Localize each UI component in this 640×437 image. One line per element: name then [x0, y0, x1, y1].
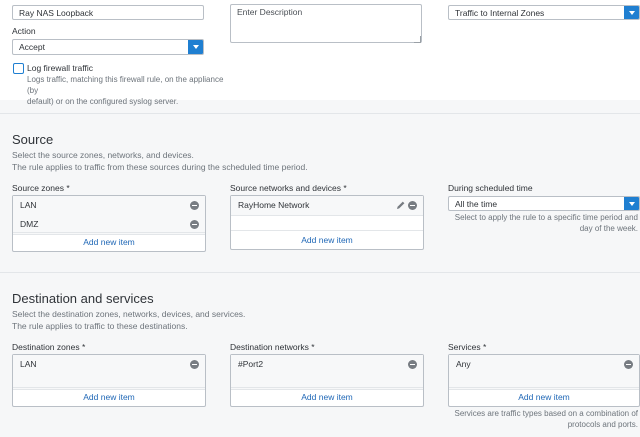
services-help-line2: protocols and ports.	[567, 420, 638, 429]
required-mark: *	[482, 342, 487, 352]
schedule-select[interactable]: All the time	[448, 196, 640, 211]
list-item: LAN	[13, 355, 205, 390]
services-list: Any Add new item	[448, 354, 640, 407]
source-zones-list: LAN DMZ Add new item	[12, 195, 206, 252]
schedule-help: Select to apply the rule to a specific t…	[448, 212, 638, 234]
remove-icon[interactable]	[408, 201, 417, 210]
divider	[0, 272, 640, 273]
list-item-label: DMZ	[20, 219, 39, 229]
divider	[0, 113, 640, 114]
chevron-down-icon	[188, 40, 203, 54]
required-mark: *	[66, 183, 70, 193]
add-new-item-link[interactable]: Add new item	[231, 230, 423, 249]
required-mark: *	[343, 183, 347, 193]
source-zones-label: Source zones *	[12, 183, 70, 193]
list-item: LAN	[13, 196, 205, 216]
services-help: Services are traffic types based on a co…	[448, 408, 638, 430]
destination-networks-label: Destination networks *	[230, 342, 315, 352]
destination-zones-label: Destination zones *	[12, 342, 85, 352]
required-mark: *	[311, 342, 315, 352]
remove-icon[interactable]	[408, 360, 417, 369]
add-new-item-link[interactable]: Add new item	[13, 387, 205, 406]
destination-zones-label-text: Destination zones	[12, 342, 80, 352]
list-item-label: #Port2	[238, 359, 264, 369]
destination-sub-line1: Select the destination zones, networks, …	[12, 309, 246, 319]
destination-sub-line2: The rule applies to traffic to these des…	[12, 321, 188, 331]
log-traffic-label: Log firewall traffic	[27, 63, 93, 73]
destination-networks-label-text: Destination networks	[230, 342, 309, 352]
destination-heading: Destination and services	[12, 291, 154, 306]
chevron-down-icon	[624, 6, 639, 19]
services-label-text: Services	[448, 342, 481, 352]
rule-name-input[interactable]: Ray NAS Loopback	[12, 5, 204, 20]
schedule-help-line2: day of the week.	[579, 224, 638, 233]
list-item-label: Any	[456, 359, 471, 369]
list-item-label: LAN	[20, 359, 37, 369]
list-item: #Port2	[231, 355, 423, 390]
source-networks-label: Source networks and devices *	[230, 183, 347, 193]
source-sub-line1: Select the source zones, networks, and d…	[12, 150, 194, 160]
destination-subtitle: Select the destination zones, networks, …	[12, 308, 245, 332]
list-item-label: RayHome Network	[238, 200, 310, 210]
schedule-help-line1: Select to apply the rule to a specific t…	[454, 213, 638, 222]
remove-icon[interactable]	[190, 220, 199, 229]
action-select-value: Accept	[19, 42, 45, 52]
textarea-resize-handle[interactable]	[414, 36, 421, 43]
description-textarea[interactable]: Enter Description	[230, 4, 422, 43]
list-item: RayHome Network	[231, 196, 423, 216]
list-item: Any	[449, 355, 639, 390]
schedule-select-value: All the time	[455, 199, 498, 209]
destination-networks-list: #Port2 Add new item	[230, 354, 424, 407]
remove-icon[interactable]	[190, 201, 199, 210]
source-networks-label-text: Source networks and devices	[230, 183, 342, 193]
log-traffic-description: Logs traffic, matching this firewall rul…	[27, 74, 227, 107]
log-desc-line1: Logs traffic, matching this firewall rul…	[27, 75, 224, 95]
source-subtitle: Select the source zones, networks, and d…	[12, 149, 308, 173]
required-mark: *	[81, 342, 86, 352]
remove-icon[interactable]	[190, 360, 199, 369]
add-new-item-link[interactable]: Add new item	[449, 387, 639, 406]
log-desc-line2: default) or on the configured syslog ser…	[27, 97, 179, 106]
source-sub-line2: The rule applies to traffic from these s…	[12, 162, 308, 172]
action-label: Action	[12, 26, 36, 36]
chevron-down-icon	[624, 197, 639, 210]
rule-position-select[interactable]: Traffic to Internal Zones	[448, 5, 640, 20]
add-new-item-link[interactable]: Add new item	[231, 387, 423, 406]
source-heading: Source	[12, 132, 54, 147]
source-zones-label-text: Source zones	[12, 183, 64, 193]
rule-details-panel: Ray NAS Loopback Action Accept Log firew…	[0, 0, 640, 106]
add-new-item-link[interactable]: Add new item	[13, 232, 205, 251]
action-select[interactable]: Accept	[12, 39, 204, 55]
rule-position-value: Traffic to Internal Zones	[455, 8, 545, 18]
edit-pencil-icon[interactable]	[396, 200, 406, 210]
services-label: Services *	[448, 342, 486, 352]
list-item-label: LAN	[20, 200, 37, 210]
destination-zones-list: LAN Add new item	[12, 354, 206, 407]
log-traffic-checkbox[interactable]	[13, 63, 24, 74]
remove-icon[interactable]	[624, 360, 633, 369]
schedule-label: During scheduled time	[448, 183, 533, 193]
source-networks-list: RayHome Network Add new item	[230, 195, 424, 250]
services-help-line1: Services are traffic types based on a co…	[454, 409, 638, 418]
